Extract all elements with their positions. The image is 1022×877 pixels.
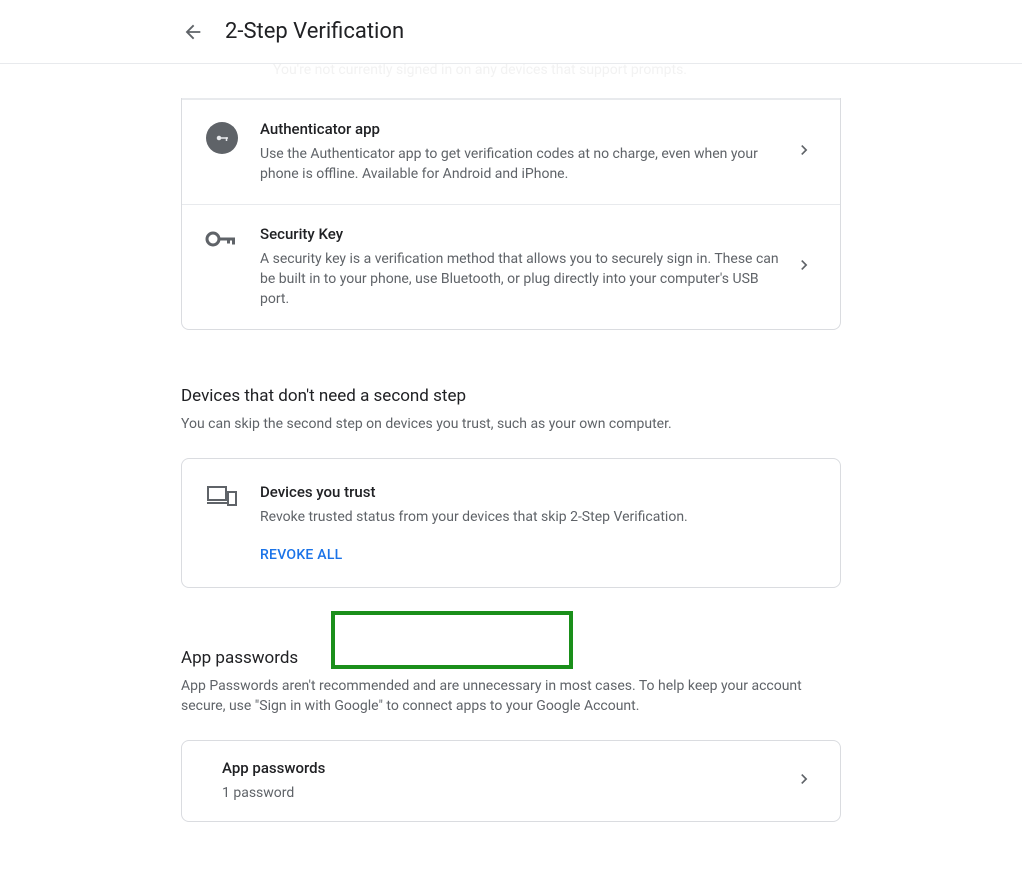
app-passwords-sub: App Passwords aren't recommended and are… (181, 676, 841, 716)
app-passwords-heading: App passwords (181, 648, 841, 668)
devices-you-trust-row: Devices you trust Revoke trusted status … (182, 459, 840, 587)
chevron-right-icon (794, 255, 814, 279)
trusted-devices-heading: Devices that don't need a second step (181, 386, 841, 406)
authenticator-title: Authenticator app (260, 120, 782, 138)
revoke-all-button[interactable]: REVOKE ALL (260, 547, 342, 563)
trusted-devices-card: Devices you trust Revoke trusted status … (181, 458, 841, 588)
devices-you-trust-desc: Revoke trusted status from your devices … (260, 507, 814, 527)
app-passwords-row-desc: 1 password (222, 783, 782, 803)
trusted-devices-sub: You can skip the second step on devices … (181, 414, 841, 434)
app-passwords-card: App passwords 1 password (181, 740, 841, 822)
devices-icon (207, 485, 237, 507)
authenticator-app-row[interactable]: Authenticator app Use the Authenticator … (182, 99, 840, 204)
security-key-title: Security Key (260, 225, 782, 243)
second-step-methods-card: Authenticator app Use the Authenticator … (181, 98, 841, 330)
arrow-left-icon (182, 21, 204, 43)
app-passwords-row-title: App passwords (222, 759, 782, 777)
page-header: 2-Step Verification (0, 0, 1022, 64)
devices-you-trust-title: Devices you trust (260, 483, 814, 501)
key-icon (205, 229, 239, 249)
security-key-desc: A security key is a verification method … (260, 249, 782, 309)
back-button[interactable] (181, 20, 205, 44)
authenticator-icon (206, 122, 238, 154)
chevron-right-icon (794, 769, 814, 793)
security-key-row[interactable]: Security Key A security key is a verific… (182, 204, 840, 329)
chevron-right-icon (794, 140, 814, 164)
app-passwords-row[interactable]: App passwords 1 password (182, 741, 840, 821)
authenticator-desc: Use the Authenticator app to get verific… (260, 144, 782, 184)
page-title: 2-Step Verification (225, 19, 404, 44)
